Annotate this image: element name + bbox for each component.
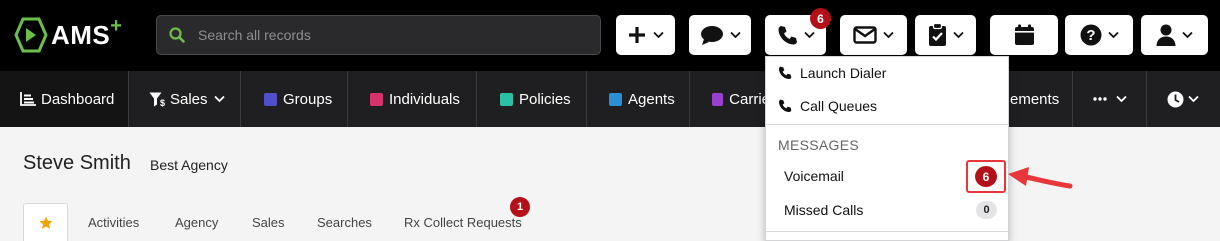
phone-icon: [779, 99, 792, 112]
app-logo[interactable]: AMS +: [14, 14, 122, 53]
clipboard-check-icon: [928, 23, 946, 46]
phone-notification-badge: 6: [810, 8, 831, 29]
chevron-down-icon: [1116, 95, 1127, 103]
voicemail-count-badge: 6: [975, 166, 997, 187]
filter-dollar-icon: $: [149, 92, 165, 107]
svg-text:?: ?: [1086, 27, 1095, 44]
groups-color-square: [264, 92, 277, 106]
svg-text:$: $: [160, 98, 165, 107]
clock-icon: [1167, 91, 1184, 107]
menu-item-missed-calls[interactable]: Missed Calls: [784, 202, 863, 218]
policies-color-square: [500, 92, 513, 106]
user-icon: [1156, 24, 1176, 46]
search-box[interactable]: [156, 15, 601, 55]
annotation-arrow-icon: [1008, 167, 1073, 189]
tab-agency[interactable]: Agency: [175, 215, 218, 230]
search-icon: [169, 27, 185, 43]
tab-favorites[interactable]: [23, 203, 68, 241]
user-menu-button[interactable]: [1141, 15, 1208, 55]
logo-text: AMS: [51, 19, 111, 50]
mail-button[interactable]: [840, 15, 907, 55]
nav-groups[interactable]: Groups: [241, 71, 348, 127]
tab-rx-collect-requests[interactable]: Rx Collect Requests: [404, 215, 522, 230]
chevron-down-icon: [653, 31, 664, 39]
envelope-icon: [853, 26, 877, 44]
menu-item-label: Call Queues: [800, 98, 878, 114]
nav-label: ements: [1010, 90, 1060, 108]
nav-sales[interactable]: $ Sales: [129, 71, 241, 127]
nav-label: Groups: [283, 90, 333, 108]
record-name: Steve Smith: [23, 152, 131, 174]
tab-activities[interactable]: Activities: [88, 215, 139, 230]
search-input[interactable]: [198, 27, 578, 43]
chart-icon: [20, 92, 36, 106]
phone-dropdown-menu: Launch Dialer Call Queues MESSAGES Voice…: [765, 56, 1009, 241]
logo-plus: +: [110, 14, 122, 37]
nav-carriers[interactable]: Carrie: [690, 71, 770, 127]
phone-icon: [778, 25, 797, 44]
menu-divider: [766, 231, 1008, 232]
menu-item-label: Launch Dialer: [800, 65, 887, 81]
tab-sales[interactable]: Sales: [252, 215, 285, 230]
nav-statements[interactable]: ements: [1000, 71, 1073, 127]
calendar-icon: [1014, 24, 1034, 45]
nav-label: Individuals: [389, 90, 460, 108]
chevron-down-icon: [1188, 95, 1199, 103]
individuals-color-square: [370, 92, 383, 106]
nav-agents[interactable]: Agents: [587, 71, 690, 127]
nav-label: Policies: [519, 90, 571, 108]
plus-icon: [629, 27, 645, 43]
chevron-down-icon: [803, 31, 815, 39]
nav-individuals[interactable]: Individuals: [348, 71, 477, 127]
help-button[interactable]: ?: [1065, 15, 1133, 55]
nav-label: Agents: [628, 90, 675, 108]
more-dots-icon: [1093, 97, 1107, 101]
tab-searches[interactable]: Searches: [317, 215, 372, 230]
carriers-color-square: [712, 92, 724, 106]
star-icon: [39, 216, 52, 229]
phone-icon: [779, 66, 792, 79]
main-nav: Dashboard $ Sales Groups Individuals Pol…: [0, 71, 1220, 127]
nav-dashboard[interactable]: Dashboard: [0, 71, 129, 127]
missed-calls-count-badge: 0: [976, 201, 997, 219]
nav-label: Dashboard: [41, 90, 115, 108]
help-circle-icon: ?: [1080, 24, 1101, 46]
create-new-button[interactable]: [616, 15, 675, 55]
calendar-button[interactable]: [990, 15, 1058, 55]
nav-more[interactable]: [1073, 71, 1147, 127]
chevron-down-icon: [883, 31, 894, 39]
rx-collect-badge: 1: [510, 197, 530, 217]
menu-item-launch-dialer[interactable]: Launch Dialer: [778, 65, 886, 81]
menu-item-call-queues[interactable]: Call Queues: [778, 98, 877, 114]
nav-recent[interactable]: [1147, 71, 1220, 127]
chevron-down-icon: [1182, 31, 1193, 39]
nav-label: Carrie: [729, 90, 770, 108]
messages-section-header: MESSAGES: [778, 137, 859, 153]
chevron-down-icon: [952, 31, 964, 39]
record-agency: Best Agency: [150, 157, 228, 173]
chevron-down-icon: [1107, 31, 1119, 39]
nav-policies[interactable]: Policies: [477, 71, 587, 127]
nav-label: Sales: [170, 90, 208, 108]
menu-item-voicemail[interactable]: Voicemail: [784, 168, 844, 184]
chevron-down-icon: [213, 95, 225, 103]
agents-color-square: [609, 92, 622, 106]
phone-button[interactable]: 6: [765, 8, 831, 55]
chat-button[interactable]: [689, 15, 751, 55]
menu-divider: [766, 124, 1008, 125]
chat-bubble-icon: [700, 25, 723, 45]
top-bar: AMS + 6 ?: [0, 0, 1220, 71]
tasks-button[interactable]: [915, 15, 976, 55]
hexagon-logo-icon: [14, 17, 48, 53]
chevron-down-icon: [729, 31, 741, 39]
